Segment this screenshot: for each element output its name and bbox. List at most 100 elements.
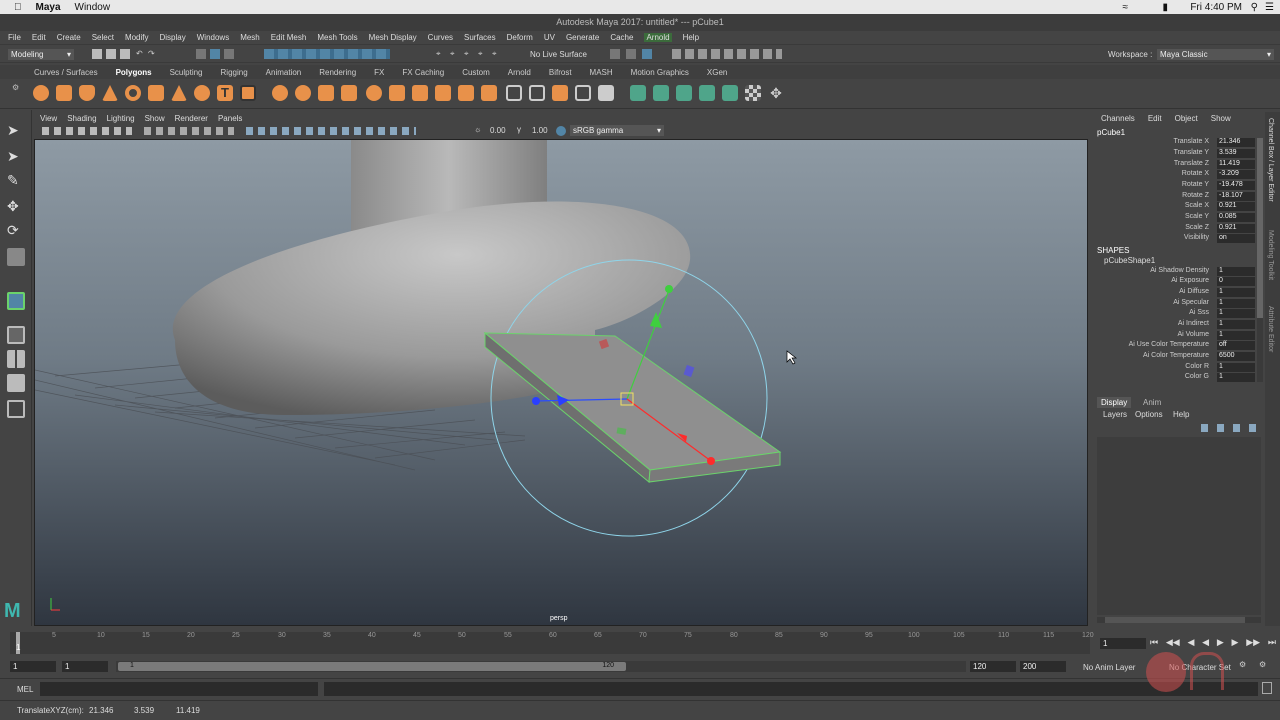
tab-anim[interactable]: Anim	[1143, 398, 1161, 407]
battery-icon[interactable]: ▮	[1162, 2, 1168, 13]
attr-visibility[interactable]: Visibility on	[1091, 234, 1265, 244]
step-back-key-icon[interactable]: ◀◀	[1166, 637, 1180, 649]
object-menu[interactable]: Object	[1175, 114, 1198, 124]
menu-list-icon[interactable]: ☰	[1265, 2, 1274, 13]
cb-edit-menu[interactable]: Edit	[1148, 114, 1162, 124]
menu-arnold[interactable]: Arnold	[644, 33, 672, 42]
panel-menu-shading[interactable]: Shading	[67, 114, 96, 123]
tab-curves-surfaces[interactable]: Curves / Surfaces	[34, 68, 98, 77]
playback-start-field[interactable]: 1	[62, 661, 108, 672]
poly-torus-icon[interactable]	[125, 85, 141, 101]
panel-menu-show[interactable]: Show	[145, 114, 165, 123]
poly-type-icon[interactable]: T	[217, 85, 233, 101]
live-surface-label[interactable]: No Live Surface	[530, 50, 587, 59]
move-tool-icon[interactable]: ✥	[7, 198, 25, 216]
script-language-label[interactable]: MEL	[17, 685, 33, 694]
attr-value[interactable]: 6500	[1217, 352, 1255, 361]
separate-icon[interactable]	[295, 85, 311, 101]
attr-value[interactable]: 0.085	[1217, 213, 1255, 222]
attr-value[interactable]: 1	[1217, 331, 1255, 340]
attr-translate-y[interactable]: Translate Y 3.539	[1091, 149, 1265, 159]
attr-rotate-y[interactable]: Rotate Y -19.478	[1091, 181, 1265, 191]
attr-value[interactable]: 1	[1217, 309, 1255, 318]
camera-tools-icons[interactable]	[42, 127, 132, 135]
poly-sphere-icon[interactable]	[33, 85, 49, 101]
render-settings-icon[interactable]	[672, 49, 782, 59]
tab-fx-caching[interactable]: FX Caching	[402, 68, 444, 77]
scene-end-field[interactable]: 200	[1020, 661, 1066, 672]
attr-value[interactable]: on	[1217, 234, 1255, 243]
snap-curve-icon[interactable]: ⌖	[450, 49, 455, 59]
attr-rotate-z[interactable]: Rotate Z -18.107	[1091, 192, 1265, 202]
tab-fx[interactable]: FX	[374, 68, 384, 77]
mask-icons-strip[interactable]	[264, 49, 390, 59]
attr-translate-z[interactable]: Translate Z 11.419	[1091, 160, 1265, 170]
clock[interactable]: Fri 4:40 PM	[1190, 2, 1242, 13]
attr-ai-specular[interactable]: Ai Specular 1	[1091, 299, 1265, 309]
shelf-options-icon[interactable]: ⚙	[12, 83, 19, 92]
go-to-end-icon[interactable]: ⏭	[1268, 637, 1276, 649]
step-back-icon[interactable]: ◀	[1187, 637, 1194, 649]
offset-edge-loop-icon[interactable]	[529, 85, 545, 101]
poly-cube-icon[interactable]	[56, 85, 72, 101]
menu-mesh-tools[interactable]: Mesh Tools	[317, 33, 357, 42]
attr-ai-color-temperature[interactable]: Ai Color Temperature 6500	[1091, 352, 1265, 362]
snap-view-icon[interactable]: ⌖	[478, 49, 483, 59]
menu-create[interactable]: Create	[57, 33, 81, 42]
tab-sculpting[interactable]: Sculpting	[170, 68, 203, 77]
shape-name[interactable]: pCubeShape1	[1104, 256, 1155, 265]
redo-icon[interactable]: ↷	[148, 49, 155, 58]
side-tab-channel-box[interactable]: Channel Box / Layer Editor	[1267, 118, 1274, 202]
uv-planar-icon[interactable]	[630, 85, 646, 101]
wifi-icon[interactable]: ≈	[1123, 2, 1129, 13]
uv-layout-icon[interactable]: ✥	[768, 85, 784, 101]
menu-cache[interactable]: Cache	[610, 33, 633, 42]
auto-key-icon[interactable]: ⚙	[1239, 660, 1246, 669]
poly-pipe-icon[interactable]	[194, 85, 210, 101]
layer-move-icons[interactable]	[1201, 424, 1257, 432]
undo-icon[interactable]: ↶	[136, 49, 143, 58]
select-tool-icon[interactable]: ➤	[7, 122, 25, 140]
attr-value[interactable]: 1	[1217, 363, 1255, 372]
attr-value[interactable]: -3.209	[1217, 170, 1255, 179]
app-menu[interactable]: Maya	[36, 2, 61, 13]
select-hierarchy-icon[interactable]	[196, 49, 206, 59]
fill-hole-icon[interactable]	[575, 85, 591, 101]
select-object-icon[interactable]	[210, 49, 220, 59]
tab-bifrost[interactable]: Bifrost	[549, 68, 572, 77]
menu-surfaces[interactable]: Surfaces	[464, 33, 496, 42]
object-name[interactable]: pCube1	[1097, 128, 1125, 137]
menu-uv[interactable]: UV	[544, 33, 555, 42]
attr-value[interactable]: 21.346	[1217, 138, 1255, 147]
menu-select[interactable]: Select	[92, 33, 114, 42]
le-help-menu[interactable]: Help	[1173, 410, 1189, 419]
attr-scale-x[interactable]: Scale X 0.921	[1091, 202, 1265, 212]
make-hole-icon[interactable]	[598, 85, 614, 101]
attr-color-r[interactable]: Color R 1	[1091, 363, 1265, 373]
mirror-icon[interactable]	[318, 85, 334, 101]
gamma-icon[interactable]: γ	[517, 125, 521, 134]
attr-ai-use-color-temperature[interactable]: Ai Use Color Temperature off	[1091, 341, 1265, 351]
attr-value[interactable]: 1	[1217, 288, 1255, 297]
bridge-icon[interactable]	[412, 85, 428, 101]
uv-spherical-icon[interactable]	[676, 85, 692, 101]
menu-curves[interactable]: Curves	[428, 33, 453, 42]
ipr-icon[interactable]	[642, 49, 652, 59]
paint-select-icon[interactable]: ✎	[7, 172, 25, 190]
extrude-icon[interactable]	[366, 85, 382, 101]
target-weld-icon[interactable]	[458, 85, 474, 101]
options-menu[interactable]: Options	[1135, 410, 1163, 419]
display-mode-icons[interactable]	[144, 127, 234, 135]
viewport[interactable]: persp	[34, 139, 1088, 626]
panel-menu-lighting[interactable]: Lighting	[107, 114, 135, 123]
step-forward-key-icon[interactable]: ▶▶	[1246, 637, 1260, 649]
new-scene-icon[interactable]	[92, 49, 102, 59]
tab-mash[interactable]: MASH	[590, 68, 613, 77]
open-scene-icon[interactable]	[106, 49, 116, 59]
attr-value[interactable]: 0.921	[1217, 202, 1255, 211]
attr-value[interactable]: off	[1217, 341, 1255, 350]
menu-file[interactable]: File	[8, 33, 21, 42]
scene-start-field[interactable]: 1	[10, 661, 56, 672]
attr-value[interactable]: 1	[1217, 373, 1255, 382]
search-icon[interactable]: ⚲	[1251, 2, 1258, 13]
